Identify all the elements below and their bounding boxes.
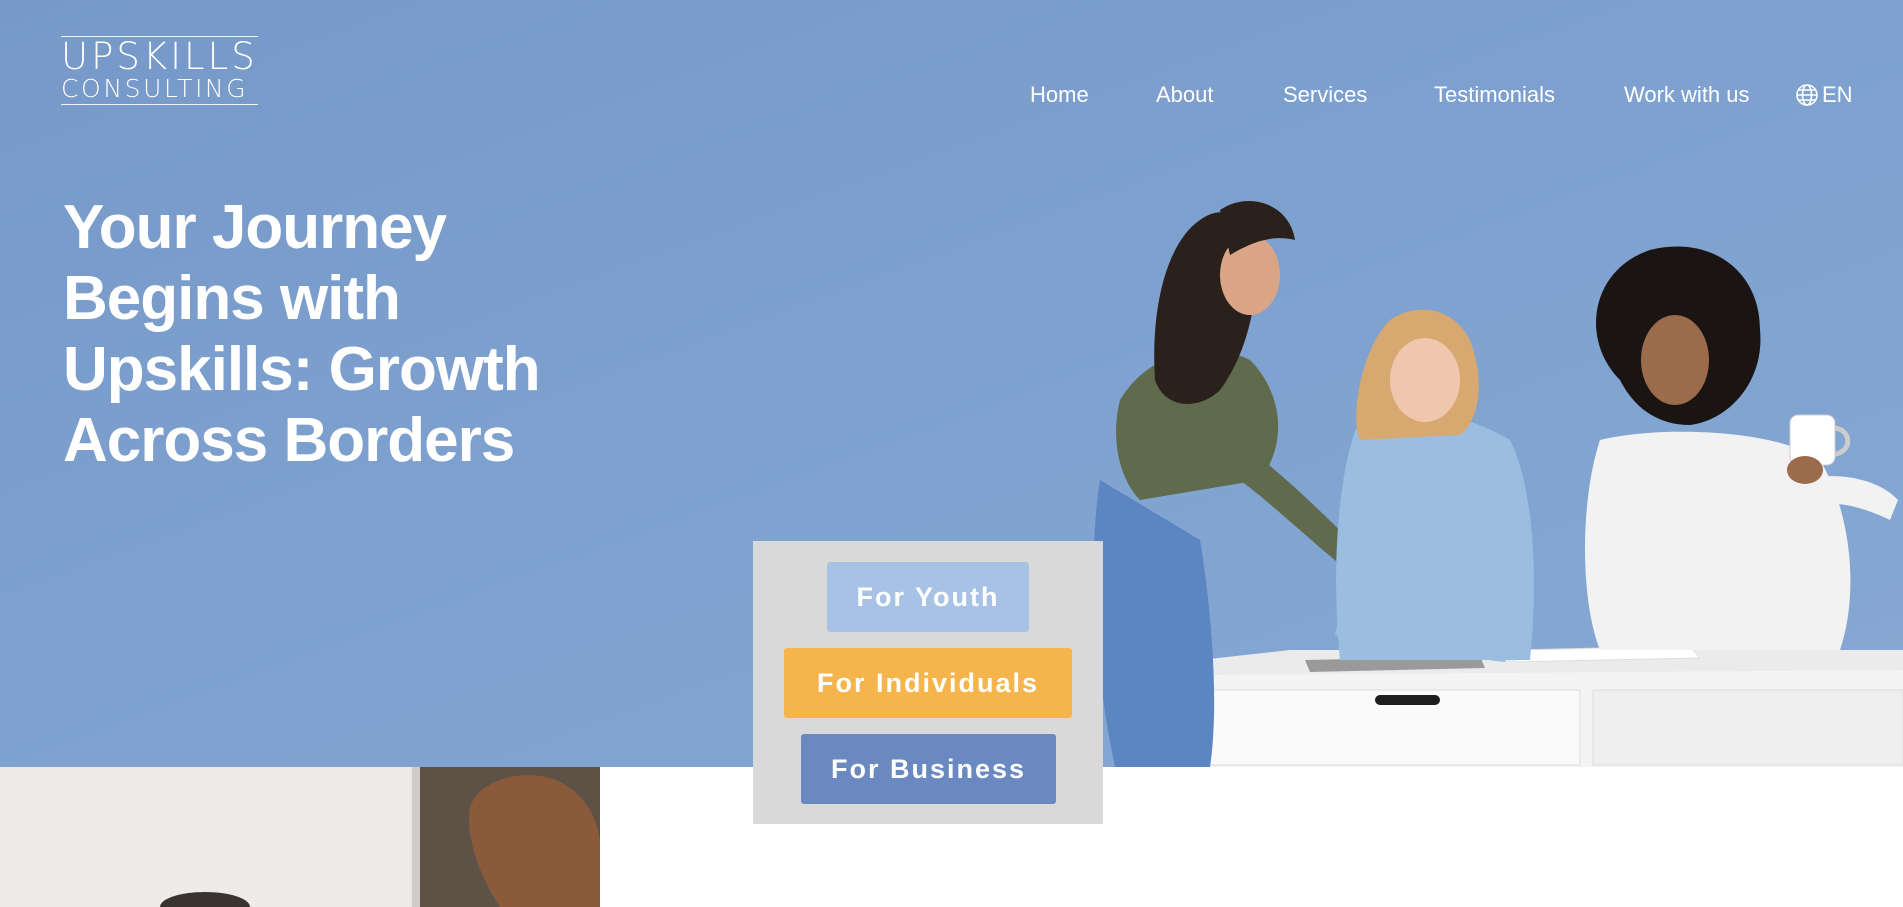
nav-about[interactable]: About [1156, 80, 1214, 110]
for-individuals-button[interactable]: For Individuals [784, 648, 1072, 718]
hero-photo [1093, 201, 1903, 767]
nav-services[interactable]: Services [1283, 80, 1367, 110]
logo-line-1: UPSKILLS [61, 35, 258, 78]
nav-work-with-us[interactable]: Work with us [1624, 80, 1750, 110]
hero-headline: Your Journey Begins with Upskills: Growt… [63, 193, 541, 475]
logo[interactable]: UPSKILLS CONSULTING [61, 36, 258, 105]
audience-selector: For Youth For Individuals For Business [753, 541, 1103, 824]
nav-testimonials[interactable]: Testimonials [1434, 80, 1555, 110]
language-selector[interactable]: EN [1795, 80, 1853, 110]
for-youth-button[interactable]: For Youth [827, 562, 1029, 632]
for-business-button[interactable]: For Business [801, 734, 1056, 804]
secondary-photo [0, 767, 600, 907]
logo-line-2: CONSULTING [61, 74, 249, 103]
nav-home[interactable]: Home [1030, 80, 1089, 110]
language-label: EN [1822, 82, 1853, 107]
globe-icon [1796, 84, 1818, 106]
